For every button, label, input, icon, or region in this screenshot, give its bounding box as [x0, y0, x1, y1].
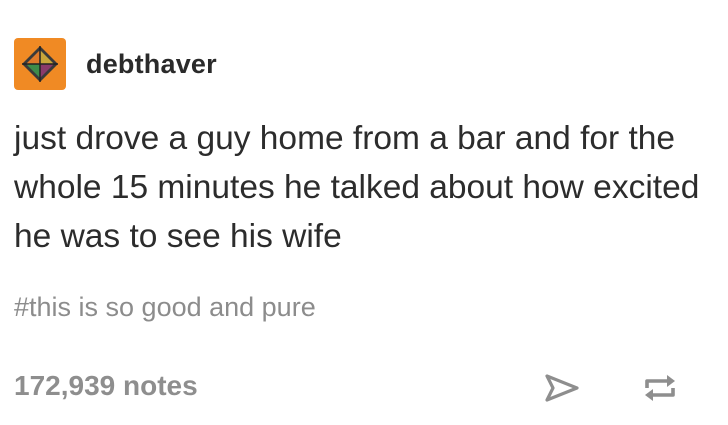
notes-count[interactable]: 172,939 notes: [14, 370, 198, 402]
orange-diamond-avatar-icon: [22, 46, 58, 82]
post-footer: 172,939 notes: [14, 368, 714, 408]
avatar[interactable]: [14, 38, 66, 90]
tumblr-post: debthaver just drove a guy home from a b…: [0, 0, 728, 425]
post-body-text: just drove a guy home from a bar and for…: [14, 120, 700, 255]
username-link[interactable]: debthaver: [86, 49, 217, 80]
post-header: debthaver: [14, 38, 217, 90]
post-tags[interactable]: #this is so good and pure: [14, 292, 316, 323]
reblog-icon[interactable]: [640, 368, 680, 408]
share-arrow-icon[interactable]: [542, 368, 582, 408]
